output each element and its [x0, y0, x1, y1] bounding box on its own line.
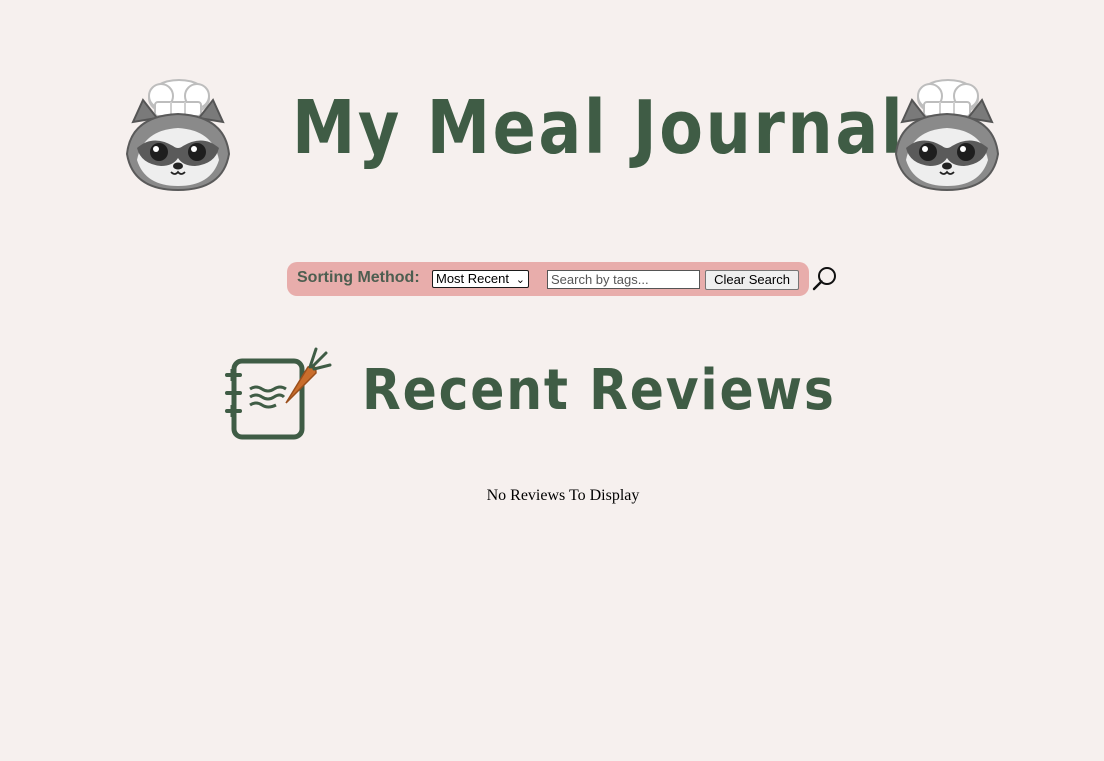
- search-toolbar: Sorting Method: Most Recent ⌄ Clear Sear…: [287, 262, 809, 296]
- raccoon-chef-icon: [894, 79, 1000, 192]
- sort-method-select[interactable]: Most Recent ⌄: [432, 270, 529, 288]
- sort-selected-value: Most Recent: [436, 271, 509, 286]
- sort-label: Sorting Method:: [297, 269, 420, 286]
- page: My Meal Journal Sorting Method: Most Rec…: [0, 0, 1104, 761]
- tag-search-input[interactable]: [547, 270, 700, 289]
- chevron-down-icon: ⌄: [515, 274, 525, 286]
- magnifier-icon[interactable]: [812, 266, 838, 292]
- clear-search-button[interactable]: Clear Search: [705, 270, 799, 290]
- notebook-carrot-icon: [225, 347, 332, 440]
- empty-state-message: No Reviews To Display: [486, 487, 640, 504]
- section-title: Recent Reviews: [362, 358, 836, 423]
- site-title: My Meal Journal: [292, 85, 906, 171]
- raccoon-chef-icon: [125, 79, 231, 192]
